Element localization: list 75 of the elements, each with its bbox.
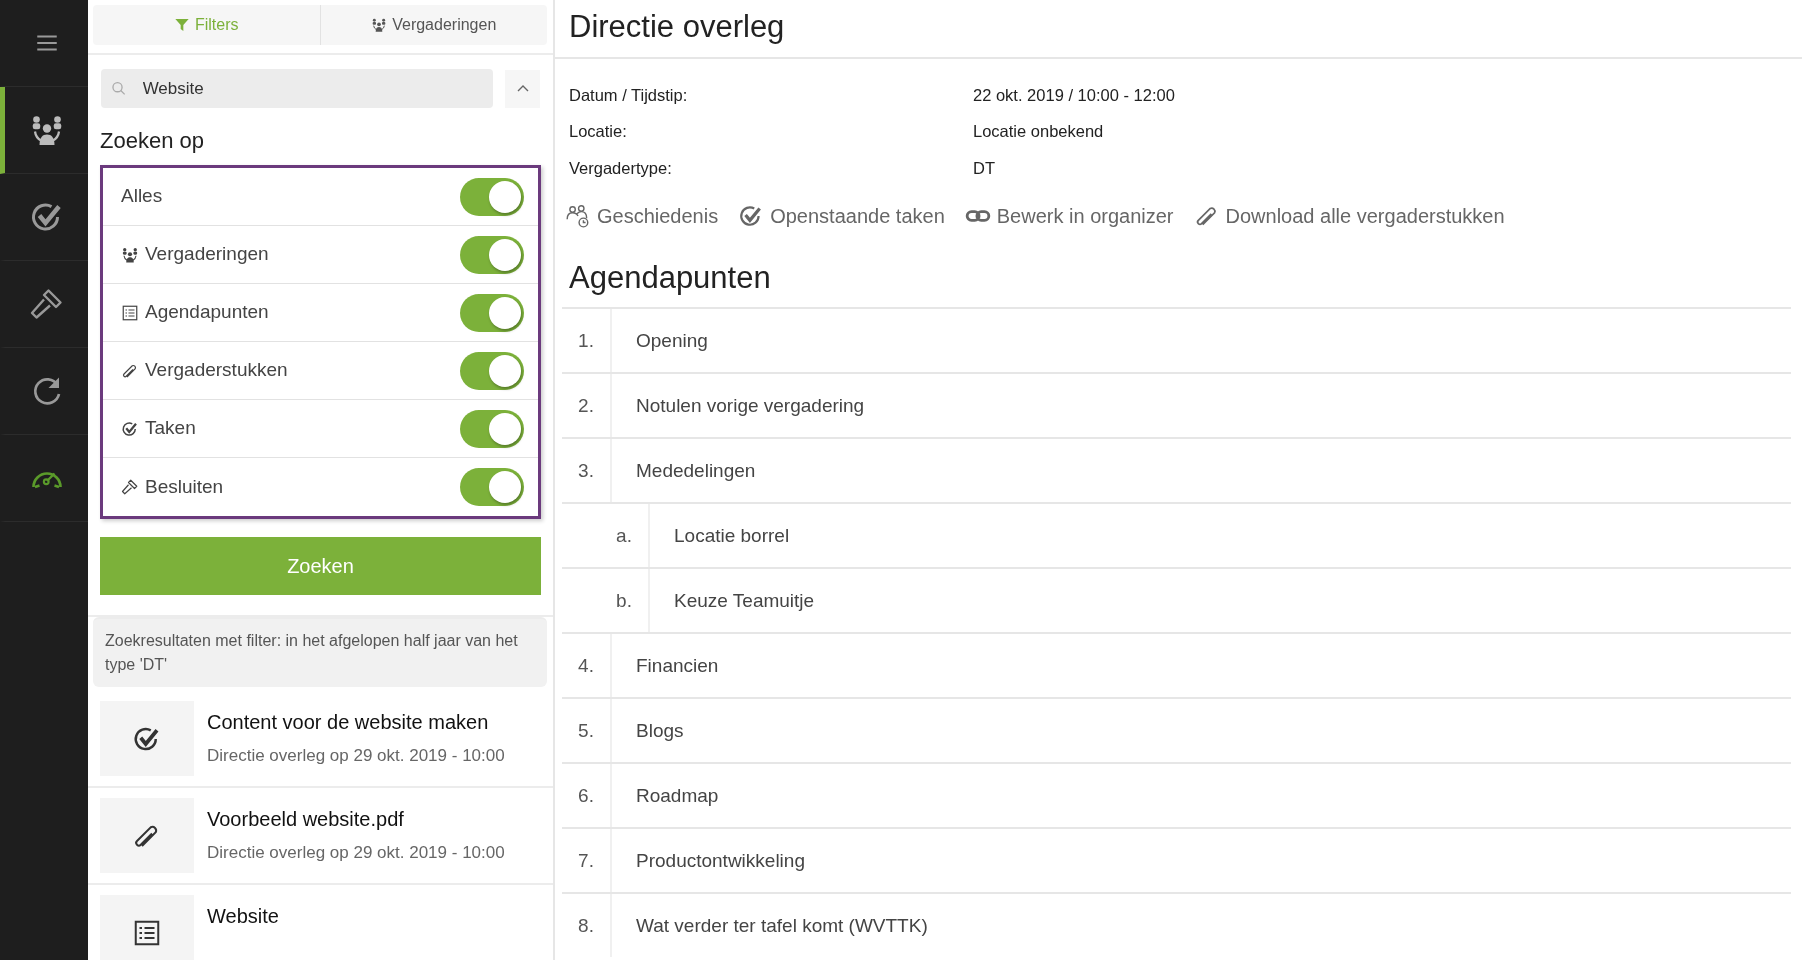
item-number: 4. [578, 653, 594, 678]
sidebar-item[interactable] [0, 87, 88, 174]
item-title: Locatie borrel [674, 523, 790, 548]
agenda-row[interactable]: b. Keuze Teamuitje [562, 567, 1791, 633]
result-title[interactable]: Voorbeeld website.pdf [207, 804, 505, 834]
toggle-switch[interactable] [460, 468, 524, 506]
item-number: b. [616, 588, 632, 613]
item-title: Opening [636, 328, 708, 353]
toggle-switch[interactable] [460, 409, 524, 448]
filter-label: Besluiten [145, 474, 224, 499]
search-field[interactable]: Website [101, 69, 493, 108]
agenda-row[interactable]: 2. Notulen vorige vergadering [562, 372, 1791, 438]
collapse-button[interactable] [505, 69, 540, 108]
people-group-icon [371, 17, 388, 33]
filter-label: Taken [145, 416, 196, 441]
search-input[interactable]: Website [140, 74, 483, 103]
detail-value: Locatie onbekend [973, 121, 1104, 143]
filter-label: Agendapunten [145, 300, 269, 325]
people-group-icon [121, 245, 139, 264]
search-icon [111, 80, 127, 97]
item-title: Productontwikkeling [636, 848, 805, 873]
gavel-icon [121, 478, 139, 496]
item-title: Financien [636, 653, 719, 678]
detail-label: Datum / Tijdstip: [569, 84, 688, 106]
detail-label: Locatie: [569, 121, 627, 143]
section-heading: Agendapunten [568, 258, 772, 297]
toggle-switch[interactable] [460, 177, 524, 216]
page-title: Directie overleg [555, 0, 1802, 59]
filter-label: Vergaderstukken [145, 358, 288, 383]
tab[interactable]: Vergaderingen [319, 5, 547, 45]
item-number: 2. [578, 393, 594, 418]
item-number: 6. [578, 783, 594, 808]
result-subtitle: Directie overleg op 29 okt. 2019 - 10:00 [207, 745, 505, 767]
action-link[interactable]: Download alle vergaderstukken [1193, 200, 1505, 231]
item-title: Mededelingen [636, 458, 756, 483]
people-clock-icon [565, 202, 591, 229]
gavel-icon [28, 286, 65, 322]
agenda-row[interactable]: a. Locatie borrel [562, 502, 1791, 568]
item-number: 8. [578, 913, 594, 938]
item-title: Wat verder ter tafel komt (WVTTK) [636, 913, 928, 938]
filter-label: Alles [121, 184, 163, 209]
filter-label: Vergaderingen [145, 242, 269, 267]
agenda-row[interactable]: 5. Blogs [562, 697, 1791, 763]
detail-value: DT [973, 158, 995, 179]
section-heading: Zoeken op [100, 127, 205, 155]
filter-icon [173, 17, 190, 33]
agenda-row[interactable]: 6. Roadmap [562, 762, 1791, 828]
toggle-switch[interactable] [460, 351, 524, 390]
agenda-row[interactable]: 8. Wat verder ter tafel komt (WVTTK) [562, 892, 1791, 958]
item-title: Roadmap [636, 783, 719, 808]
item-title: Notulen vorige vergadering [636, 393, 865, 418]
agenda-row[interactable]: 3. Mededelingen [562, 437, 1791, 503]
agenda-row[interactable]: 4. Financien [562, 632, 1791, 698]
toggle-switch[interactable] [460, 293, 524, 332]
result-title[interactable]: Content voor de website maken [207, 707, 505, 737]
list-icon [121, 303, 139, 322]
toggle-switch[interactable] [460, 235, 524, 274]
result-subtitle: Directie overleg op 29 okt. 2019 - 10:00 [207, 842, 505, 864]
detail-label: Vergadertype: [569, 158, 672, 179]
agenda-row[interactable]: 1. Opening [562, 307, 1791, 373]
item-number: 1. [578, 328, 594, 353]
item-number: a. [616, 523, 632, 548]
action-link[interactable]: Geschiedenis [565, 200, 719, 231]
detail-value: 22 okt. 2019 / 10:00 - 12:00 [973, 84, 1175, 106]
check-circle-icon [121, 419, 139, 438]
agenda-row[interactable]: 7. Productontwikkeling [562, 827, 1791, 893]
item-number: 7. [578, 848, 594, 873]
item-title: Blogs [636, 718, 684, 743]
item-title: Keuze Teamuitje [674, 588, 815, 613]
item-number: 3. [578, 458, 594, 483]
result-title[interactable]: Website [207, 901, 279, 931]
filter-summary: Zoekresultaten met filter: in het afgelopen half jaar van het type 'DT' [93, 617, 547, 687]
action-link[interactable]: Bewerk in organizer [964, 200, 1174, 231]
item-number: 5. [578, 718, 594, 743]
action-link[interactable]: Openstaande taken [738, 200, 945, 231]
